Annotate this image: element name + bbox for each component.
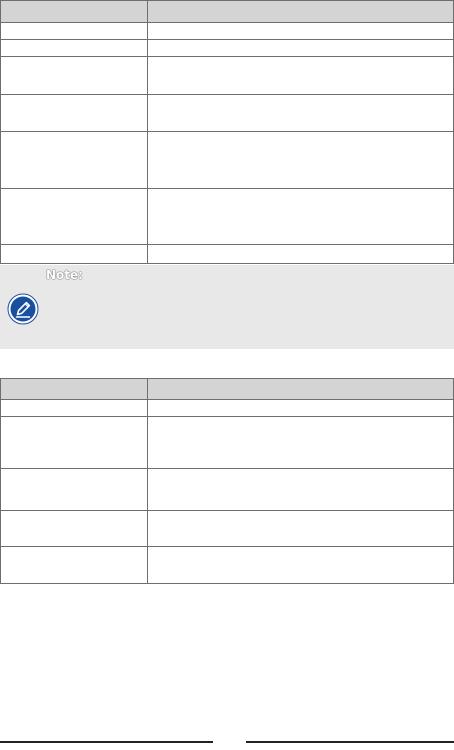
table-row [0, 546, 454, 584]
table-row [0, 510, 454, 547]
table-row [0, 244, 454, 264]
table-cell [147, 468, 454, 511]
table-row [0, 22, 454, 40]
table-row [0, 131, 454, 189]
footer-divider-left [0, 741, 213, 743]
table-cell [0, 131, 148, 189]
footer-divider-right [246, 741, 454, 743]
table-cell [0, 39, 148, 57]
header-cell-item [0, 0, 148, 23]
table-cell [0, 546, 148, 584]
table-row [0, 399, 454, 417]
table-cell [0, 188, 148, 245]
table-cell [147, 94, 454, 132]
table-cell [0, 244, 148, 264]
table-cell [147, 510, 454, 547]
table-row [0, 416, 454, 469]
note-title: Note: [46, 268, 83, 282]
table-cell [0, 399, 148, 417]
table-cell [0, 94, 148, 132]
table-cell [0, 510, 148, 547]
table-cell [147, 22, 454, 40]
table-cell [0, 416, 148, 469]
table-cell [0, 22, 148, 40]
table-cell [147, 399, 454, 417]
table-header-row [0, 378, 454, 400]
table-cell [147, 244, 454, 264]
table-cell [147, 416, 454, 469]
note-box: Note: [0, 265, 454, 349]
table-cell [147, 131, 454, 189]
table-cell [0, 56, 148, 95]
table-row [0, 94, 454, 132]
table-row [0, 188, 454, 245]
table-row [0, 56, 454, 95]
table-header-row [0, 0, 454, 23]
header-cell-item [0, 378, 148, 400]
table-cell [147, 188, 454, 245]
parameter-table-1 [0, 0, 454, 264]
header-cell-description [147, 378, 454, 400]
header-cell-description [147, 0, 454, 23]
table-cell [147, 39, 454, 57]
parameter-table-2 [0, 378, 454, 584]
table-cell [147, 56, 454, 95]
table-row [0, 39, 454, 57]
table-row [0, 468, 454, 511]
table-cell [147, 546, 454, 584]
table-cell [0, 468, 148, 511]
pencil-icon [7, 293, 39, 325]
